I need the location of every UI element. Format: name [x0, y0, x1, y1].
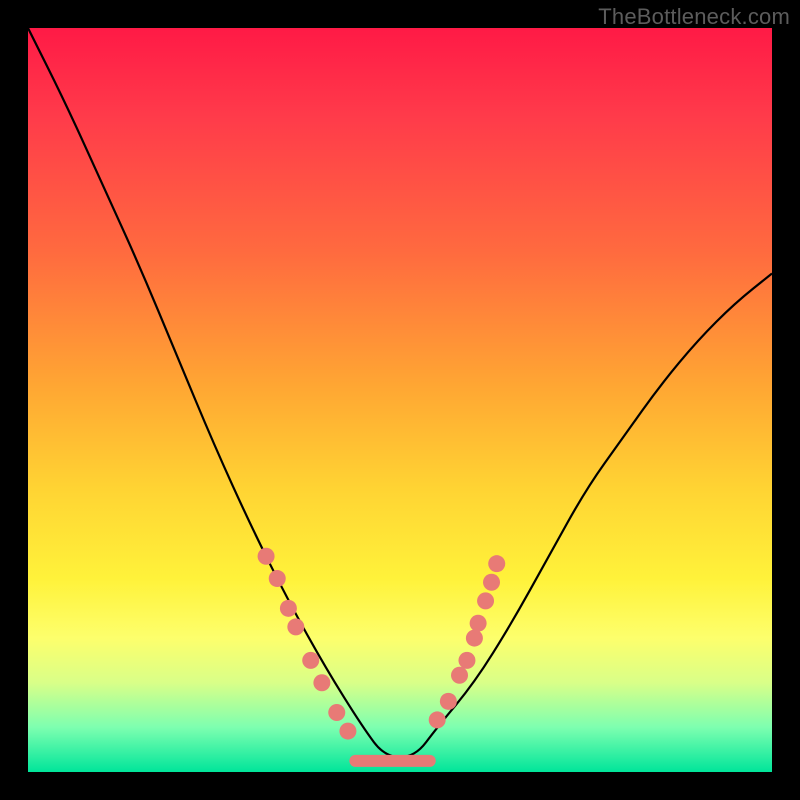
marker-dot	[483, 574, 500, 591]
chart-frame: TheBottleneck.com	[0, 0, 800, 800]
marker-dot	[429, 711, 446, 728]
marker-dot	[477, 592, 494, 609]
marker-dot	[458, 652, 475, 669]
marker-dot	[488, 555, 505, 572]
curve-svg	[28, 28, 772, 772]
marker-dot	[280, 600, 297, 617]
marker-dot	[339, 723, 356, 740]
marker-dot	[470, 615, 487, 632]
plot-area	[28, 28, 772, 772]
marker-dot	[451, 667, 468, 684]
marker-dot	[440, 693, 457, 710]
marker-dot	[302, 652, 319, 669]
marker-dot	[313, 674, 330, 691]
marker-dot	[269, 570, 286, 587]
right-arm-markers	[429, 555, 506, 728]
marker-dot	[287, 618, 304, 635]
bottleneck-curve	[28, 28, 772, 757]
marker-dot	[258, 548, 275, 565]
watermark-text: TheBottleneck.com	[598, 4, 790, 30]
marker-dot	[466, 630, 483, 647]
left-arm-markers	[258, 548, 357, 740]
marker-dot	[328, 704, 345, 721]
